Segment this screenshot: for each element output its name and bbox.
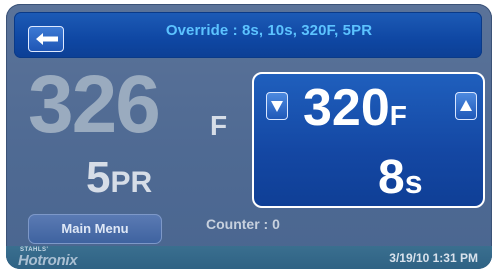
main-menu-button[interactable]: Main Menu: [28, 214, 162, 244]
temperature-down-button[interactable]: [266, 92, 288, 120]
brand-logo: Hotronix: [18, 252, 78, 269]
setpoint-time: 8s: [378, 154, 423, 206]
up-arrow-icon: [460, 100, 472, 111]
actual-pressure-value: 5: [86, 153, 111, 202]
actual-temperature-value: 326: [28, 59, 161, 150]
status-footer: STAHLS' Hotronix 3/19/10 1:31 PM: [6, 246, 492, 269]
setpoint-temperature-value: 320: [303, 79, 390, 137]
actual-temperature-unit: F: [210, 110, 228, 141]
override-title: Override : 8s, 10s, 320F, 5PR: [165, 22, 373, 39]
setpoint-temperature: 320F: [303, 82, 407, 142]
back-arrow-icon: [36, 33, 58, 45]
actual-pressure-unit: PR: [110, 166, 153, 199]
screen-frame: Override : 8s, 10s, 320F, 5PR 326 F 5PR …: [6, 4, 492, 269]
back-button[interactable]: [28, 26, 64, 52]
temperature-up-button[interactable]: [455, 92, 477, 120]
setpoint-time-unit: s: [404, 164, 423, 200]
down-arrow-icon: [271, 101, 283, 112]
counter-label: Counter : 0: [206, 216, 280, 232]
header-bar: Override : 8s, 10s, 320F, 5PR: [14, 12, 482, 58]
setpoint-panel: 320F 8s: [252, 72, 485, 208]
actual-pressure: 5PR: [86, 156, 152, 205]
setpoint-time-value: 8: [378, 151, 405, 204]
date-time: 3/19/10 1:31 PM: [389, 251, 478, 265]
setpoint-temperature-unit: F: [389, 100, 407, 131]
